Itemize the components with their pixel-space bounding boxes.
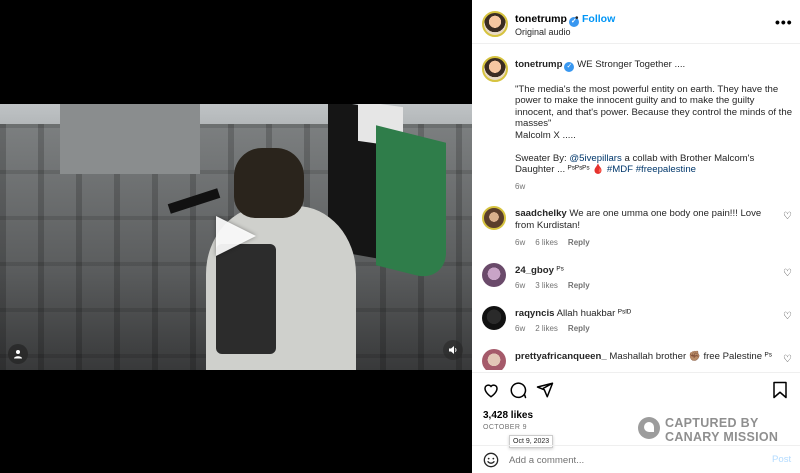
reply-button[interactable]: Reply [568,324,590,333]
emoji-icon[interactable] [483,452,499,471]
comment-likes[interactable]: 3 likes [535,281,558,290]
comment-time[interactable]: 6w [515,281,525,290]
avatar[interactable] [482,206,506,230]
add-comment-row: Post [472,445,800,473]
caption-time[interactable]: 6w [515,182,525,191]
separator-dot: • [575,13,579,24]
watermark: CAPTURED BY CANARY MISSION [638,413,798,445]
caption-sweater-prefix: Sweater By: [515,152,567,164]
author-username[interactable]: tonetrump ✓ [515,13,579,27]
comment-icon[interactable] [509,381,527,404]
heart-icon[interactable]: ♡ [783,211,792,222]
comment-likes[interactable]: 6 likes [535,238,558,247]
comment-body: Mashallah brother ✊🏽 free Palestine ᴾˢ [609,351,773,362]
comment-time[interactable]: 6w [515,324,525,333]
watermark-line2: CANARY MISSION [665,430,779,444]
comment-username[interactable]: prettyafricanqueen_ [515,351,607,362]
comment-body: ᴾˢ [556,265,564,276]
canary-logo-icon [638,417,660,439]
mention-link[interactable]: @5ivepillars [569,153,621,164]
comment-text: saadchelky We are one umma one body one … [515,208,777,232]
caption-headline: WE Stronger Together .... [577,59,686,70]
avatar[interactable] [482,263,506,287]
comment-text: prettyafricanqueen_ Mashallah brother ✊🏽… [515,351,777,363]
comment-meta: 6w 2 likes Reply [515,324,600,333]
comment-input[interactable] [509,452,759,468]
verified-icon: ✓ [564,62,575,72]
drop-emoji: 🩸 [592,164,605,175]
comment-likes[interactable]: 2 likes [535,324,558,333]
author-name[interactable]: tonetrump [515,13,567,25]
comment-text: 24_gboy ᴾˢ [515,265,777,277]
caption-attribution: Malcolm X ..... [515,129,576,141]
follow-button[interactable]: Follow [582,13,615,25]
hashtag-link[interactable]: #freepalestine [636,164,696,175]
likes-count[interactable]: 3,428 likes [483,410,533,421]
heart-icon[interactable]: ♡ [783,311,792,322]
video-person [196,148,356,370]
heart-icon[interactable]: ♡ [783,354,792,365]
watermark-line1: CAPTURED BY [665,416,759,430]
heart-icon[interactable]: ♡ [783,268,792,279]
caption-avatar[interactable] [482,56,508,82]
avatar[interactable] [482,306,506,330]
caption-text: tonetrump ✓ WE Stronger Together .... "Th… [515,59,793,176]
avatar[interactable] [482,349,506,370]
list-item: prettyafricanqueen_ Mashallah brother ✊🏽… [472,349,800,370]
list-item: 24_gboy ᴾˢ 6w 3 likes Reply ♡ [472,263,800,307]
comment-time[interactable]: 6w [515,238,525,247]
post-button[interactable]: Post [772,454,791,465]
caption-author[interactable]: tonetrump [515,59,562,70]
comment-meta: 6w 6 likes Reply [515,238,600,247]
video-tower [60,104,200,174]
share-icon[interactable] [536,381,554,404]
post-date[interactable]: OCTOBER 9 [483,424,527,431]
avatar[interactable] [482,11,508,37]
bookmark-icon[interactable] [772,381,788,404]
reply-button[interactable]: Reply [568,238,590,247]
more-options-icon[interactable]: ••• [775,14,793,30]
comment-username[interactable]: 24_gboy [515,265,554,276]
comment-username[interactable]: raqyncis [515,308,554,319]
comment-body: Allah huakbar ᴾˢᴵᴰ [556,308,632,319]
audio-label[interactable]: Original audio [515,27,571,37]
list-item: saadchelky We are one umma one body one … [472,206,800,254]
heart-icon[interactable] [482,381,500,404]
post-actions: 3,428 likes OCTOBER 9 Oct 9, 2023 CAPTUR… [472,372,800,473]
list-item: raqyncis Allah huakbar ᴾˢᴵᴰ 6w 2 likes Rep… [472,306,800,350]
play-icon[interactable] [216,216,256,256]
comment-meta: 6w 3 likes Reply [515,281,600,290]
post-header: tonetrump ✓ • Follow Original audio ••• [472,0,800,44]
caption-quote: "The media's the most powerful entity on… [515,83,793,130]
user-tag-icon[interactable] [8,344,28,364]
reply-button[interactable]: Reply [568,281,590,290]
comments-scroll[interactable]: tonetrump ✓ WE Stronger Together .... "Th… [472,44,800,370]
comment-username[interactable]: saadchelky [515,208,567,219]
post-panel: tonetrump ✓ • Follow Original audio ••• t… [472,0,800,473]
comment-text: raqyncis Allah huakbar ᴾˢᴵᴰ [515,308,777,320]
speaker-icon[interactable] [443,340,463,360]
hashtag-link[interactable]: #MDF [607,164,633,175]
media-pane [0,0,472,473]
